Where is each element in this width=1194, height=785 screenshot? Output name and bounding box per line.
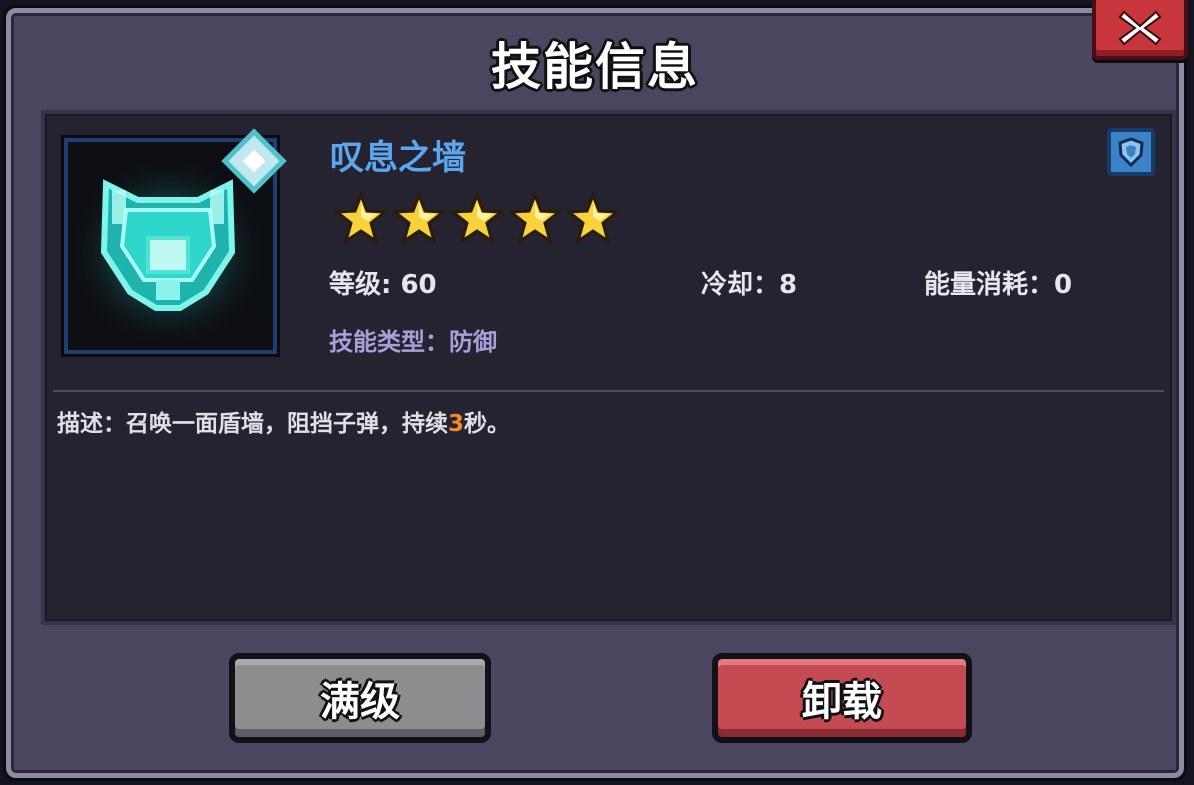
description-text: 描述：召唤一面盾墙，阻挡子弹，持续 [57,411,448,437]
skill-description: 描述：召唤一面盾墙，阻挡子弹，持续3秒。 [57,404,510,438]
description-suffix: 秒。 [464,411,511,437]
description-duration: 3 [448,411,465,437]
skill-name: 叹息之墙 [330,138,466,178]
divider [53,390,1164,392]
close-button[interactable] [1092,0,1188,60]
skill-energy-cost: 能量消耗：0 [924,270,1073,300]
skill-icon-frame [64,128,287,354]
max-level-button[interactable]: 满级 [229,653,491,743]
skill-type: 技能类型：防御 [329,328,497,356]
close-x-icon [1118,10,1162,46]
star-icon [566,192,620,245]
skill-level: 等级: 60 [329,270,437,300]
star-icon [392,192,446,245]
star-icon [450,192,504,245]
star-icon [508,192,562,245]
star-icon [334,192,388,245]
skill-info-dialog: 技能信息 叹息之墙 等级: 60 冷却：8 能量消耗：0 技能类型：防御 描述：… [6,8,1184,778]
star-rating [334,192,620,246]
unload-button[interactable]: 卸载 [712,653,972,743]
skill-cooldown: 冷却：8 [701,270,798,300]
dialog-title: 技能信息 [491,38,699,96]
shield-badge-icon[interactable] [1107,128,1155,176]
skill-detail-panel: 叹息之墙 等级: 60 冷却：8 能量消耗：0 技能类型：防御 描述：召唤一面盾… [41,110,1176,625]
